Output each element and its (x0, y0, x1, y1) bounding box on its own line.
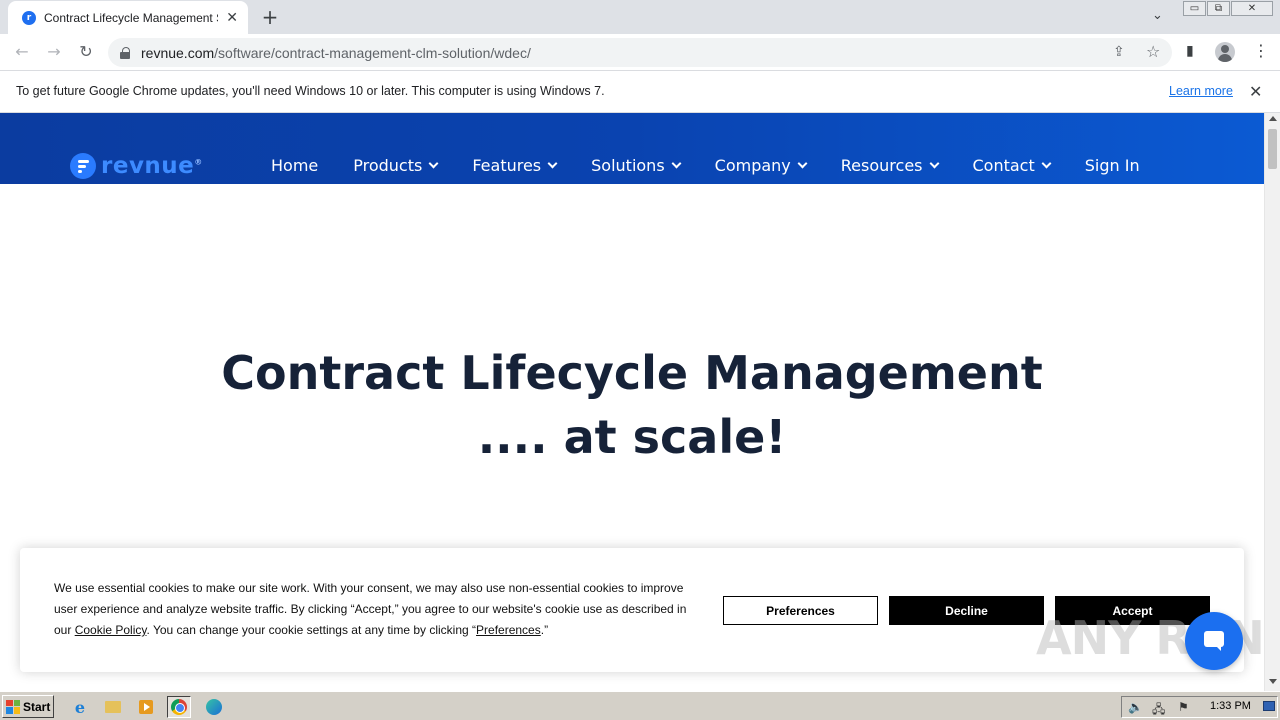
logo-wordmark: revnue (101, 153, 195, 179)
taskbar-clock[interactable]: 1:33 PM (1210, 700, 1251, 712)
infobar-message: To get future Google Chrome updates, you… (16, 84, 605, 98)
cookie-text-2: . You can change your cookie settings at… (146, 623, 477, 637)
chevron-down-icon (671, 158, 682, 169)
infobar-close-icon[interactable]: ✕ (1249, 82, 1262, 101)
profile-avatar-icon[interactable] (1215, 42, 1235, 62)
nav-company[interactable]: Company (714, 156, 808, 175)
side-panel-icon[interactable]: ▮ (1186, 43, 1194, 59)
browser-tab-active[interactable]: r Contract Lifecycle Management Soft ✕ (8, 1, 248, 34)
nav-sign-in[interactable]: Sign In (1085, 156, 1140, 175)
preferences-button[interactable]: Preferences (723, 596, 878, 625)
forward-arrow-icon[interactable]: → (44, 42, 64, 61)
scroll-down-arrow-icon[interactable] (1269, 679, 1277, 684)
address-bar[interactable]: revnue.com/software/contract-management-… (108, 38, 1172, 67)
share-icon[interactable]: ⇪ (1113, 44, 1125, 60)
page-scrollbar[interactable] (1264, 113, 1280, 691)
revnue-logo[interactable]: revnue® (70, 153, 203, 179)
url-path: /software/contract-management-clm-soluti… (214, 44, 531, 61)
url-text[interactable]: revnue.com/software/contract-management-… (141, 45, 531, 61)
lock-icon[interactable] (120, 46, 130, 59)
cookie-message: We use essential cookies to make our sit… (54, 578, 704, 641)
preferences-link[interactable]: Preferences (476, 623, 541, 637)
hero-heading: Contract Lifecycle Management .... at sc… (0, 341, 1264, 469)
volume-icon[interactable]: 🔈 (1128, 700, 1143, 714)
decline-button[interactable]: Decline (889, 596, 1044, 625)
bookmark-star-icon[interactable]: ☆ (1146, 42, 1160, 61)
nav-company-label: Company (714, 156, 791, 175)
revnue-logo-icon (70, 153, 96, 179)
start-label: Start (23, 699, 51, 714)
chat-widget-icon[interactable] (1185, 612, 1243, 670)
cookie-policy-link[interactable]: Cookie Policy (75, 623, 147, 637)
tab-close-icon[interactable]: ✕ (226, 10, 238, 26)
chrome-taskbar-icon[interactable] (167, 696, 191, 718)
windows-logo-icon (6, 699, 20, 714)
main-nav: Home Products Features Solutions Company… (271, 156, 1140, 175)
tab-strip: r Contract Lifecycle Management Soft ✕ +… (0, 0, 1280, 34)
page-viewport: revnue® Home Products Features Solutions… (0, 113, 1264, 691)
file-explorer-icon[interactable] (101, 696, 125, 718)
registered-mark: ® (194, 157, 203, 167)
update-infobar: To get future Google Chrome updates, you… (0, 72, 1280, 113)
chevron-down-icon (428, 158, 439, 169)
chevron-down-icon (929, 158, 939, 169)
nav-products[interactable]: Products (353, 156, 439, 175)
new-tab-icon[interactable]: + (260, 5, 280, 29)
ie-glyph: e (74, 697, 86, 717)
nav-sign-in-label: Sign In (1084, 156, 1140, 175)
nav-solutions[interactable]: Solutions (591, 156, 682, 175)
internet-explorer-icon[interactable]: e (68, 696, 92, 718)
nav-resources[interactable]: Resources (840, 156, 939, 175)
nav-products-label: Products (353, 156, 423, 175)
folder-icon (105, 701, 121, 713)
nav-contact-label: Contact (972, 156, 1035, 175)
network-icon[interactable]: 🖧 (1152, 700, 1165, 720)
window-controls: ▭ ⧉ ✕ (1183, 1, 1274, 16)
start-button[interactable]: Start (2, 695, 54, 718)
nav-features-label: Features (472, 156, 542, 175)
nav-home[interactable]: Home (271, 156, 318, 175)
media-player-icon[interactable] (134, 696, 158, 718)
hero-line-2: .... at scale! (477, 410, 787, 464)
show-desktop-icon[interactable] (1263, 701, 1275, 711)
chrome-menu-icon[interactable]: ⋮ (1253, 41, 1269, 60)
nav-home-label: Home (271, 156, 319, 175)
edge-icon[interactable] (202, 696, 226, 718)
windows-taskbar: Start e 🔈 🖧 ⚑ 1:33 PM (0, 691, 1280, 720)
revnue-favicon-icon: r (22, 10, 36, 25)
logo-text: revnue® (101, 153, 203, 179)
browser-toolbar: ← → ↻ revnue.com/software/contract-manag… (0, 34, 1280, 71)
system-tray: 🔈 🖧 ⚑ 1:33 PM (1121, 696, 1278, 718)
reload-icon[interactable]: ↻ (76, 42, 96, 61)
site-header: revnue® Home Products Features Solutions… (0, 113, 1264, 184)
nav-features[interactable]: Features (472, 156, 558, 175)
scroll-thumb[interactable] (1268, 129, 1277, 169)
restore-button[interactable]: ⧉ (1207, 1, 1230, 16)
window-close-button[interactable]: ✕ (1231, 1, 1273, 16)
url-host: revnue.com (141, 44, 215, 61)
learn-more-link[interactable]: Learn more (1169, 84, 1233, 98)
nav-resources-label: Resources (840, 156, 923, 175)
back-arrow-icon[interactable]: ← (12, 42, 32, 61)
chevron-down-icon (797, 158, 808, 169)
action-center-flag-icon[interactable]: ⚑ (1178, 700, 1189, 714)
nav-solutions-label: Solutions (591, 156, 665, 175)
minimize-button[interactable]: ▭ (1183, 1, 1206, 16)
chrome-logo-icon (171, 699, 187, 715)
chevron-down-icon (1041, 158, 1052, 169)
edge-logo-icon (206, 699, 222, 715)
tab-title: Contract Lifecycle Management Soft (44, 10, 219, 25)
play-icon (139, 700, 153, 714)
chevron-down-icon (547, 158, 558, 169)
hero-line-1: Contract Lifecycle Management (221, 346, 1043, 400)
nav-contact[interactable]: Contact (972, 156, 1052, 175)
tab-search-icon[interactable]: ⌄ (1152, 8, 1163, 23)
scroll-up-arrow-icon[interactable] (1269, 116, 1277, 121)
cookie-text-3: .” (540, 623, 549, 637)
